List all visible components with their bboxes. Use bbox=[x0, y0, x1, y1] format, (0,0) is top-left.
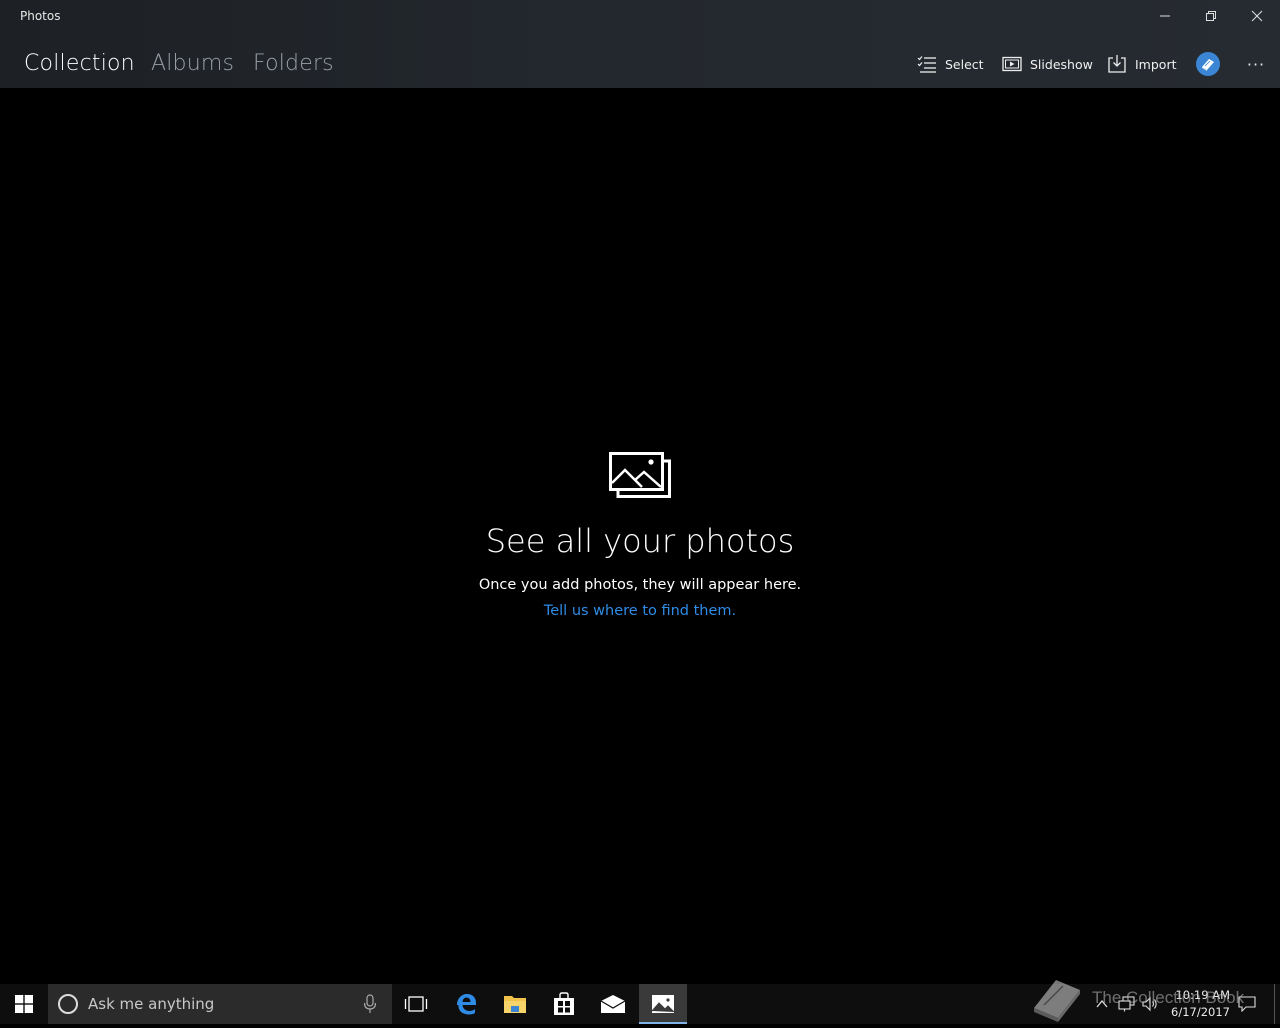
empty-state-title: See all your photos bbox=[485, 522, 795, 560]
search-placeholder: Ask me anything bbox=[88, 995, 215, 1013]
show-desktop-button[interactable] bbox=[1274, 984, 1280, 1024]
clock-date: 6/17/2017 bbox=[1171, 1005, 1230, 1019]
tab-albums[interactable]: Albums bbox=[151, 51, 234, 76]
import-button[interactable]: Import bbox=[1107, 53, 1177, 75]
empty-state-subtitle: Once you add photos, they will appear he… bbox=[478, 577, 802, 593]
import-label: Import bbox=[1135, 56, 1177, 72]
taskbar-edge-button[interactable] bbox=[442, 984, 490, 1024]
more-options-button[interactable]: ··· bbox=[1244, 52, 1268, 76]
restore-icon bbox=[1206, 11, 1216, 21]
minimize-button[interactable] bbox=[1142, 0, 1188, 32]
restore-button[interactable] bbox=[1188, 0, 1234, 32]
taskbar: Ask me anything 10:19 AM 6/17/2017 bbox=[0, 984, 1280, 1024]
store-icon bbox=[554, 992, 574, 1015]
close-icon bbox=[1251, 10, 1263, 22]
select-button[interactable]: Select bbox=[917, 53, 984, 75]
task-view-icon bbox=[404, 996, 428, 1012]
slideshow-label: Slideshow bbox=[1030, 56, 1093, 72]
window-title: Photos bbox=[20, 9, 61, 23]
windows-logo-icon bbox=[15, 995, 33, 1013]
cortana-icon bbox=[58, 994, 78, 1014]
taskbar-file-explorer-button[interactable] bbox=[491, 984, 539, 1024]
find-photos-link[interactable]: Tell us where to find them. bbox=[0, 603, 1280, 619]
taskbar-store-button[interactable] bbox=[540, 984, 588, 1024]
tab-folders[interactable]: Folders bbox=[253, 51, 334, 76]
cortana-search-box[interactable]: Ask me anything bbox=[48, 984, 392, 1024]
chevron-up-icon[interactable] bbox=[1094, 996, 1110, 1012]
account-avatar[interactable] bbox=[1196, 52, 1220, 76]
microphone-icon[interactable] bbox=[362, 994, 378, 1014]
account-book-icon bbox=[1202, 59, 1214, 71]
taskbar-photos-button[interactable] bbox=[639, 984, 687, 1024]
select-label: Select bbox=[945, 56, 984, 72]
start-button[interactable] bbox=[0, 984, 48, 1024]
clock[interactable]: 10:19 AM 6/17/2017 bbox=[1160, 987, 1230, 1021]
app-header: Photos Collection Albums Folders Select bbox=[0, 0, 1280, 88]
tab-collection[interactable]: Collection bbox=[24, 51, 135, 76]
mail-icon bbox=[600, 995, 626, 1013]
slideshow-button[interactable]: Slideshow bbox=[1002, 53, 1093, 75]
photos-icon bbox=[609, 452, 671, 498]
action-center-icon[interactable] bbox=[1238, 996, 1256, 1012]
photos-icon bbox=[651, 995, 675, 1013]
network-icon[interactable] bbox=[1118, 996, 1136, 1012]
select-list-icon bbox=[917, 56, 936, 73]
slideshow-icon bbox=[1002, 56, 1022, 72]
import-icon bbox=[1108, 55, 1126, 73]
minimize-icon bbox=[1160, 15, 1170, 17]
file-explorer-icon bbox=[504, 996, 526, 1013]
clock-time: 10:19 AM bbox=[1175, 988, 1230, 1002]
edge-icon bbox=[457, 994, 476, 1015]
taskbar-mail-button[interactable] bbox=[589, 984, 637, 1024]
task-view-button[interactable] bbox=[392, 984, 440, 1024]
close-button[interactable] bbox=[1234, 0, 1280, 32]
volume-icon[interactable] bbox=[1142, 996, 1160, 1012]
